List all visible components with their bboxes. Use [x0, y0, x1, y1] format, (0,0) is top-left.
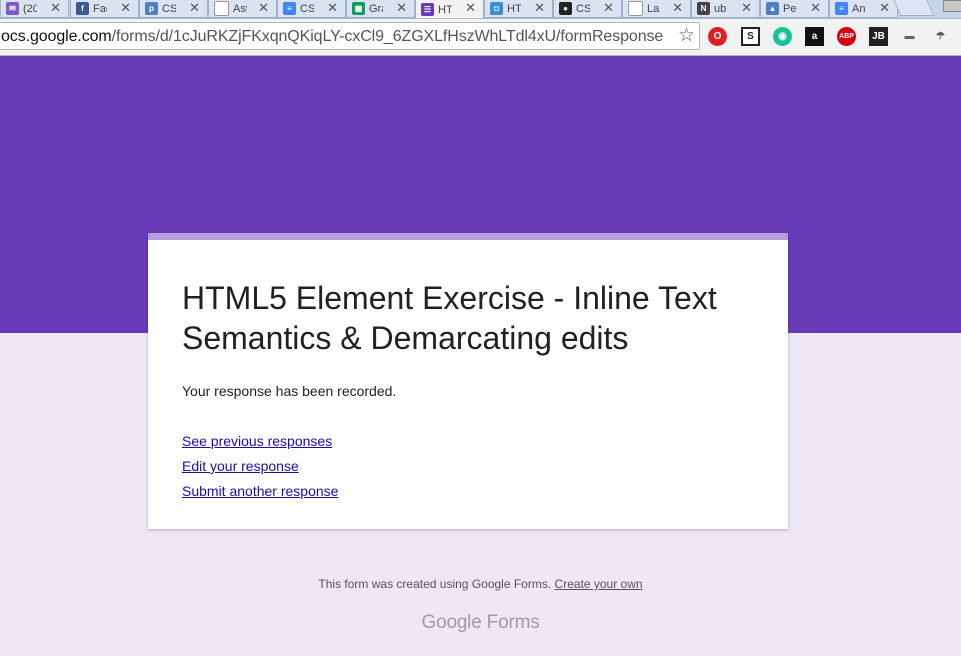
browser-tab[interactable]: ☰ HT ✕ — [415, 0, 484, 18]
submit-another-response-link[interactable]: Submit another response — [182, 483, 338, 499]
tab-label: CS — [162, 2, 176, 15]
gmail-icon: ✉ — [6, 2, 19, 15]
browser-tab[interactable]: ◘ HT ✕ — [484, 0, 553, 18]
tab-close-icon[interactable]: ✕ — [672, 1, 683, 15]
github-icon: ● — [559, 2, 572, 15]
edit-response-link[interactable]: Edit your response — [182, 458, 299, 474]
tab-label: La — [647, 2, 660, 15]
tab-label: HT — [507, 2, 521, 15]
tab-label: An — [852, 2, 866, 15]
browser-tab[interactable]: Ast ✕ — [208, 0, 277, 18]
browser-toolbar: ocs.google.com/forms/d/1cJuRKZjFKxqnQKiq… — [0, 19, 961, 56]
footer-created-text: This form was created using Google Forms… — [318, 577, 552, 591]
browser-tab-strip: ✉(20✕fFac✕pCS✕Ast✕≡CS✕▦Gra✕☰HT✕◘HT✕●CS✕L… — [0, 0, 961, 19]
browser-tab[interactable]: ▦ Gra ✕ — [346, 0, 415, 18]
form-title: HTML5 Element Exercise - Inline Text Sem… — [182, 280, 717, 356]
contacts-icon: ▲ — [766, 2, 779, 15]
facebook-icon: f — [76, 2, 89, 15]
tab-close-icon[interactable]: ✕ — [879, 1, 890, 15]
palm-icon[interactable]: ☂ — [931, 27, 950, 46]
tab-close-icon[interactable]: ✕ — [189, 1, 200, 15]
tab-close-icon[interactable]: ✕ — [534, 1, 545, 15]
browser-tab[interactable]: p CS ✕ — [139, 0, 208, 18]
grammarly-icon[interactable]: ◉ — [773, 27, 792, 46]
browser-tab[interactable]: ● CS ✕ — [553, 0, 622, 18]
window-control-button[interactable] — [943, 0, 961, 12]
response-card: HTML5 Element Exercise - Inline Text Sem… — [148, 233, 788, 529]
bookmark-icon[interactable]: ▬ — [900, 27, 919, 46]
browser-tab[interactable]: f Fac ✕ — [70, 0, 139, 18]
footer-note: This form was created using Google Forms… — [0, 577, 961, 591]
logo-google-text: Google — [421, 612, 482, 633]
chat-icon: ◘ — [490, 2, 503, 15]
url-host: ocs.google.com — [1, 28, 112, 45]
n-icon: N — [697, 2, 710, 15]
google-forms-logo[interactable]: Google Forms — [0, 612, 961, 634]
tab-close-icon[interactable]: ✕ — [120, 1, 131, 15]
loading-icon — [214, 1, 229, 16]
docs-icon: ≡ — [283, 2, 296, 15]
page-icon — [628, 1, 643, 16]
logo-forms-text: Forms — [486, 612, 540, 633]
tab-close-icon[interactable]: ✕ — [396, 1, 407, 15]
tab-close-icon[interactable]: ✕ — [50, 1, 61, 15]
sheets-icon: ▦ — [352, 2, 365, 15]
bookmark-star-icon[interactable]: ☆ — [678, 24, 695, 47]
browser-tab[interactable]: La ✕ — [622, 0, 691, 18]
s-extension-icon[interactable]: S — [741, 27, 760, 46]
tab-close-icon[interactable]: ✕ — [258, 1, 269, 15]
confirmation-message: Your response has been recorded. — [182, 383, 397, 399]
tab-label: CS — [576, 2, 590, 15]
tab-close-icon[interactable]: ✕ — [465, 1, 476, 15]
adblock-icon[interactable]: ABP — [837, 27, 856, 46]
tab-label: ub — [714, 2, 727, 15]
tab-close-icon[interactable]: ✕ — [810, 1, 821, 15]
opera-icon[interactable]: O — [708, 27, 727, 46]
browser-tab[interactable]: ≡ An ✕ — [829, 0, 898, 18]
tab-label: Fac — [93, 2, 107, 15]
browser-tab[interactable]: ✉ (20 ✕ — [0, 0, 69, 18]
tab-close-icon[interactable]: ✕ — [603, 1, 614, 15]
see-previous-responses-link[interactable]: See previous responses — [182, 433, 332, 449]
forms-icon: ☰ — [421, 3, 434, 16]
tab-label: CS — [300, 2, 314, 15]
tab-label: Pe — [783, 2, 797, 15]
address-bar[interactable]: ocs.google.com/forms/d/1cJuRKZjFKxqnQKiq… — [0, 22, 700, 50]
new-tab-button[interactable] — [893, 0, 935, 16]
create-your-own-link[interactable]: Create your own — [555, 577, 643, 591]
browser-tab[interactable]: Nub ✕ — [691, 0, 760, 18]
browser-tab[interactable]: ≡ CS ✕ — [277, 0, 346, 18]
tab-close-icon[interactable]: ✕ — [327, 1, 338, 15]
url-path: /forms/d/1cJuRKZjFKxqnQKiqLY-cxCl9_6ZGXL… — [111, 28, 664, 45]
tab-label: HT — [438, 3, 452, 16]
amazon-icon[interactable]: a — [805, 27, 824, 46]
tab-label: (20 — [23, 2, 37, 15]
jb-icon[interactable]: JB — [869, 27, 888, 46]
tab-label: Ast — [233, 2, 247, 15]
docs-icon: ≡ — [835, 2, 848, 15]
tab-label: Gra — [369, 2, 383, 15]
browser-tab[interactable]: ▲ Pe ✕ — [760, 0, 829, 18]
url-text[interactable]: ocs.google.com/forms/d/1cJuRKZjFKxqnQKiq… — [1, 28, 663, 46]
tab-close-icon[interactable]: ✕ — [741, 1, 752, 15]
piazza-icon: p — [145, 2, 158, 15]
